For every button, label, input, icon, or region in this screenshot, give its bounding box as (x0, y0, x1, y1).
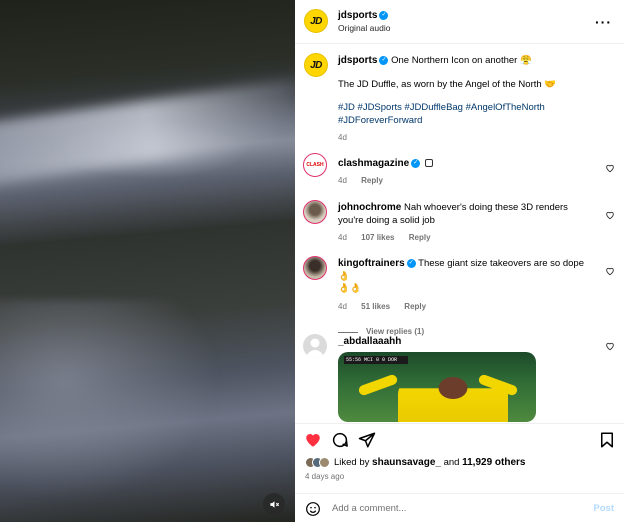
commenter-username[interactable]: clashmagazine (338, 158, 409, 169)
verified-badge-icon: ✓ (379, 10, 389, 20)
caption-line-1: One Northern Icon on another 😤 (391, 55, 532, 66)
commenter-username[interactable]: _abdallaaahh (338, 336, 401, 347)
caption-time[interactable]: 4d (338, 133, 347, 142)
comment-item: kingoftrainers ✓ These giant size takeove… (295, 256, 624, 336)
caption-line-2: The JD Duffle, as worn by the Angel of t… (338, 78, 557, 90)
like-comment-heart-icon[interactable] (605, 341, 615, 351)
comment-likes[interactable]: 107 likes (361, 233, 394, 242)
post-video[interactable] (0, 0, 295, 522)
commenter-avatar[interactable]: CLASH (303, 153, 327, 177)
like-heart-icon[interactable] (304, 431, 322, 449)
video-frame-shadow (0, 300, 220, 500)
comment-item: johnochrome Nah whoever's doing these 3D… (295, 200, 624, 246)
share-icon[interactable] (358, 431, 376, 449)
like-comment-heart-icon[interactable] (605, 163, 615, 173)
liked-by-and: and (440, 457, 463, 468)
commenter-avatar[interactable] (303, 256, 327, 280)
caption-avatar[interactable]: JD (304, 53, 328, 77)
comment-item: CLASH clashmagazine ✓ 4d Reply (295, 153, 624, 189)
liker-avatar (319, 457, 330, 468)
reply-button[interactable]: Reply (404, 302, 426, 311)
verified-badge-icon: ✓ (411, 158, 421, 168)
replies-divider (338, 331, 358, 333)
comment-gif[interactable]: 55:56 MCI 0 0 DOR (338, 352, 536, 422)
sticker-icon (424, 159, 433, 168)
commenter-username[interactable]: johnochrome (338, 202, 401, 213)
caption-hashtags[interactable]: #JD #JDSports #JDDuffleBag #AngelOfTheNo… (338, 102, 596, 115)
comment-likes[interactable]: 51 likes (361, 302, 390, 311)
emoji-icon[interactable] (305, 501, 321, 517)
more-options-icon[interactable]: ··· (595, 14, 612, 30)
caption: JD jdsports ✓ One Northern Icon on anothe… (295, 53, 624, 143)
speaker-muted-icon (269, 500, 279, 508)
audio-label[interactable]: Original audio (338, 23, 390, 33)
comment-time[interactable]: 4d (338, 302, 347, 311)
caption-hashtags-2[interactable]: #JDForeverForward (338, 115, 596, 128)
save-bookmark-icon[interactable] (598, 431, 616, 449)
post-time[interactable]: 4 days ago (305, 472, 344, 481)
caption-body: jdsports ✓ One Northern Icon on another 😤… (338, 55, 596, 145)
default-avatar-icon (306, 338, 324, 358)
likes-count[interactable]: 11,929 others (462, 457, 525, 468)
commenter-avatar[interactable] (303, 200, 327, 224)
comment-text-2: 👌👌 (338, 283, 362, 294)
gif-arm-left (357, 373, 399, 397)
comment-input[interactable]: Add a comment... (332, 503, 406, 514)
gif-player (398, 370, 508, 422)
verified-badge-icon: ✓ (406, 258, 416, 268)
comment-composer: Add a comment... Post (295, 493, 624, 522)
commenter-avatar[interactable] (303, 334, 327, 358)
author-avatar[interactable]: JD (304, 9, 328, 33)
like-comment-heart-icon[interactable] (605, 266, 615, 276)
comment-time[interactable]: 4d (338, 176, 347, 185)
reply-button[interactable]: Reply (409, 233, 431, 242)
video-frame-highlight (0, 76, 295, 184)
mute-button[interactable] (263, 493, 285, 515)
gif-scoreboard: 55:56 MCI 0 0 DOR (344, 356, 408, 364)
author-username[interactable]: jdsports (338, 10, 377, 21)
post-comment-button[interactable]: Post (593, 503, 614, 514)
liked-by-prefix: Liked by (334, 457, 373, 468)
post-header: JD jdsports ✓ Original audio ··· (295, 0, 624, 44)
liked-by-user[interactable]: shaunsavage_ (372, 457, 441, 468)
comment-icon[interactable] (331, 431, 349, 449)
reply-button[interactable]: Reply (361, 176, 383, 185)
action-bar (295, 423, 624, 453)
like-comment-heart-icon[interactable] (605, 210, 615, 220)
commenter-username[interactable]: kingoftrainers (338, 258, 405, 269)
caption-username[interactable]: jdsports (338, 55, 377, 66)
verified-badge-icon: ✓ (379, 55, 389, 65)
comment-time[interactable]: 4d (338, 233, 347, 242)
post-detail-panel: JD jdsports ✓ Original audio ··· JD jdspo… (295, 0, 624, 522)
likes-summary: Liked by shaunsavage_ and 11,929 others (305, 457, 525, 468)
